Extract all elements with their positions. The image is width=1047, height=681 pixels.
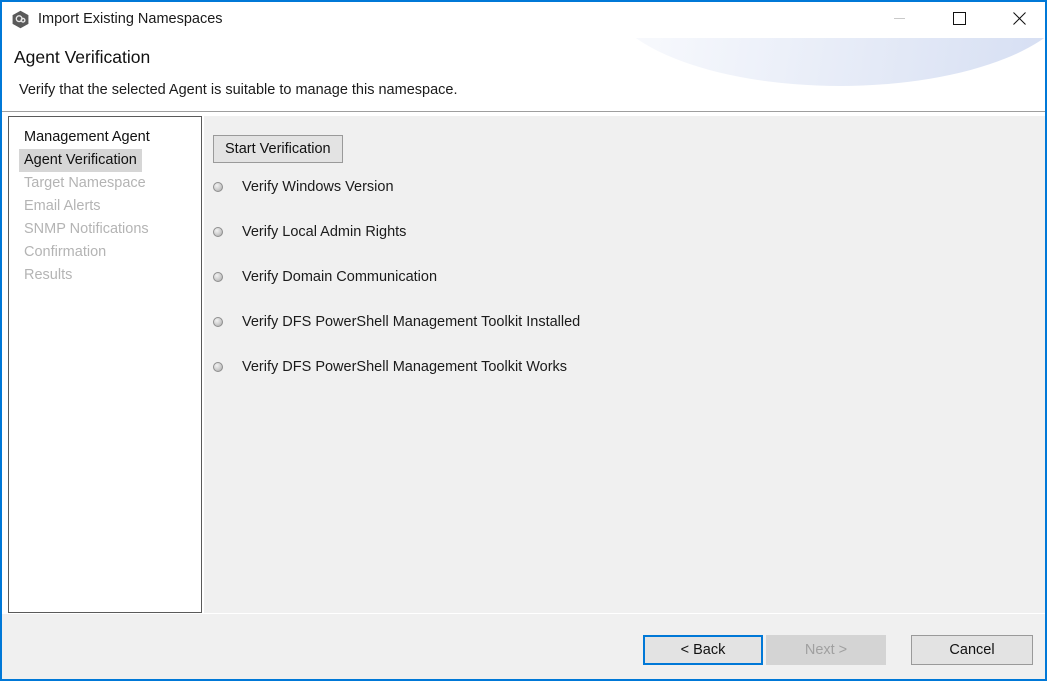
- start-verification-button[interactable]: Start Verification: [213, 135, 343, 163]
- check-label: Verify DFS PowerShell Management Toolkit…: [242, 314, 581, 330]
- wizard-footer: < Back Next > Cancel: [2, 614, 1045, 679]
- next-button: Next >: [766, 635, 886, 665]
- header-swoosh-decoration: [605, 38, 1045, 86]
- maximize-button[interactable]: [936, 2, 982, 34]
- check-label: Verify Domain Communication: [242, 269, 438, 285]
- sidebar-item-results: Results: [24, 267, 73, 283]
- minimize-icon: [893, 17, 905, 19]
- check-row-local-admin-rights: Verify Local Admin Rights: [213, 222, 406, 242]
- content-panel: Start Verification Verify Windows Versio…: [204, 116, 1045, 613]
- status-indicator-icon: [213, 362, 223, 372]
- check-row-windows-version: Verify Windows Version: [213, 177, 394, 197]
- sidebar-item-agent-verification[interactable]: Agent Verification: [19, 149, 142, 172]
- status-indicator-icon: [213, 317, 223, 327]
- check-label: Verify Local Admin Rights: [242, 224, 407, 240]
- maximize-icon: [952, 11, 966, 25]
- cancel-button[interactable]: Cancel: [911, 635, 1033, 665]
- status-indicator-icon: [213, 182, 223, 192]
- close-icon: [1012, 11, 1027, 26]
- check-row-toolkit-installed: Verify DFS PowerShell Management Toolkit…: [213, 312, 580, 332]
- back-button[interactable]: < Back: [643, 635, 763, 665]
- title-bar: Import Existing Namespaces: [2, 2, 1045, 38]
- sidebar-item-confirmation: Confirmation: [24, 244, 107, 260]
- sidebar-item-email-alerts: Email Alerts: [24, 198, 101, 214]
- check-row-domain-communication: Verify Domain Communication: [213, 267, 437, 287]
- minimize-button[interactable]: [876, 2, 922, 34]
- wizard-window: Import Existing Namespaces Agent Verific…: [0, 0, 1047, 681]
- page-header: Agent Verification Verify that the selec…: [2, 38, 1045, 112]
- check-label: Verify Windows Version: [242, 179, 394, 195]
- status-indicator-icon: [213, 272, 223, 282]
- sidebar-item-management-agent[interactable]: Management Agent: [19, 126, 155, 149]
- check-label: Verify DFS PowerShell Management Toolkit…: [242, 359, 568, 375]
- wizard-step-list: Management Agent Agent Verification Targ…: [8, 116, 202, 613]
- hexagon-app-icon: [12, 10, 29, 29]
- sidebar-item-target-namespace: Target Namespace: [24, 175, 146, 191]
- check-row-toolkit-works: Verify DFS PowerShell Management Toolkit…: [213, 357, 567, 377]
- window-title: Import Existing Namespaces: [38, 11, 223, 27]
- page-title: Agent Verification: [14, 47, 151, 67]
- sidebar-item-snmp-notifications: SNMP Notifications: [24, 221, 149, 237]
- page-subtitle: Verify that the selected Agent is suitab…: [19, 82, 458, 98]
- close-button[interactable]: [996, 2, 1042, 34]
- status-indicator-icon: [213, 227, 223, 237]
